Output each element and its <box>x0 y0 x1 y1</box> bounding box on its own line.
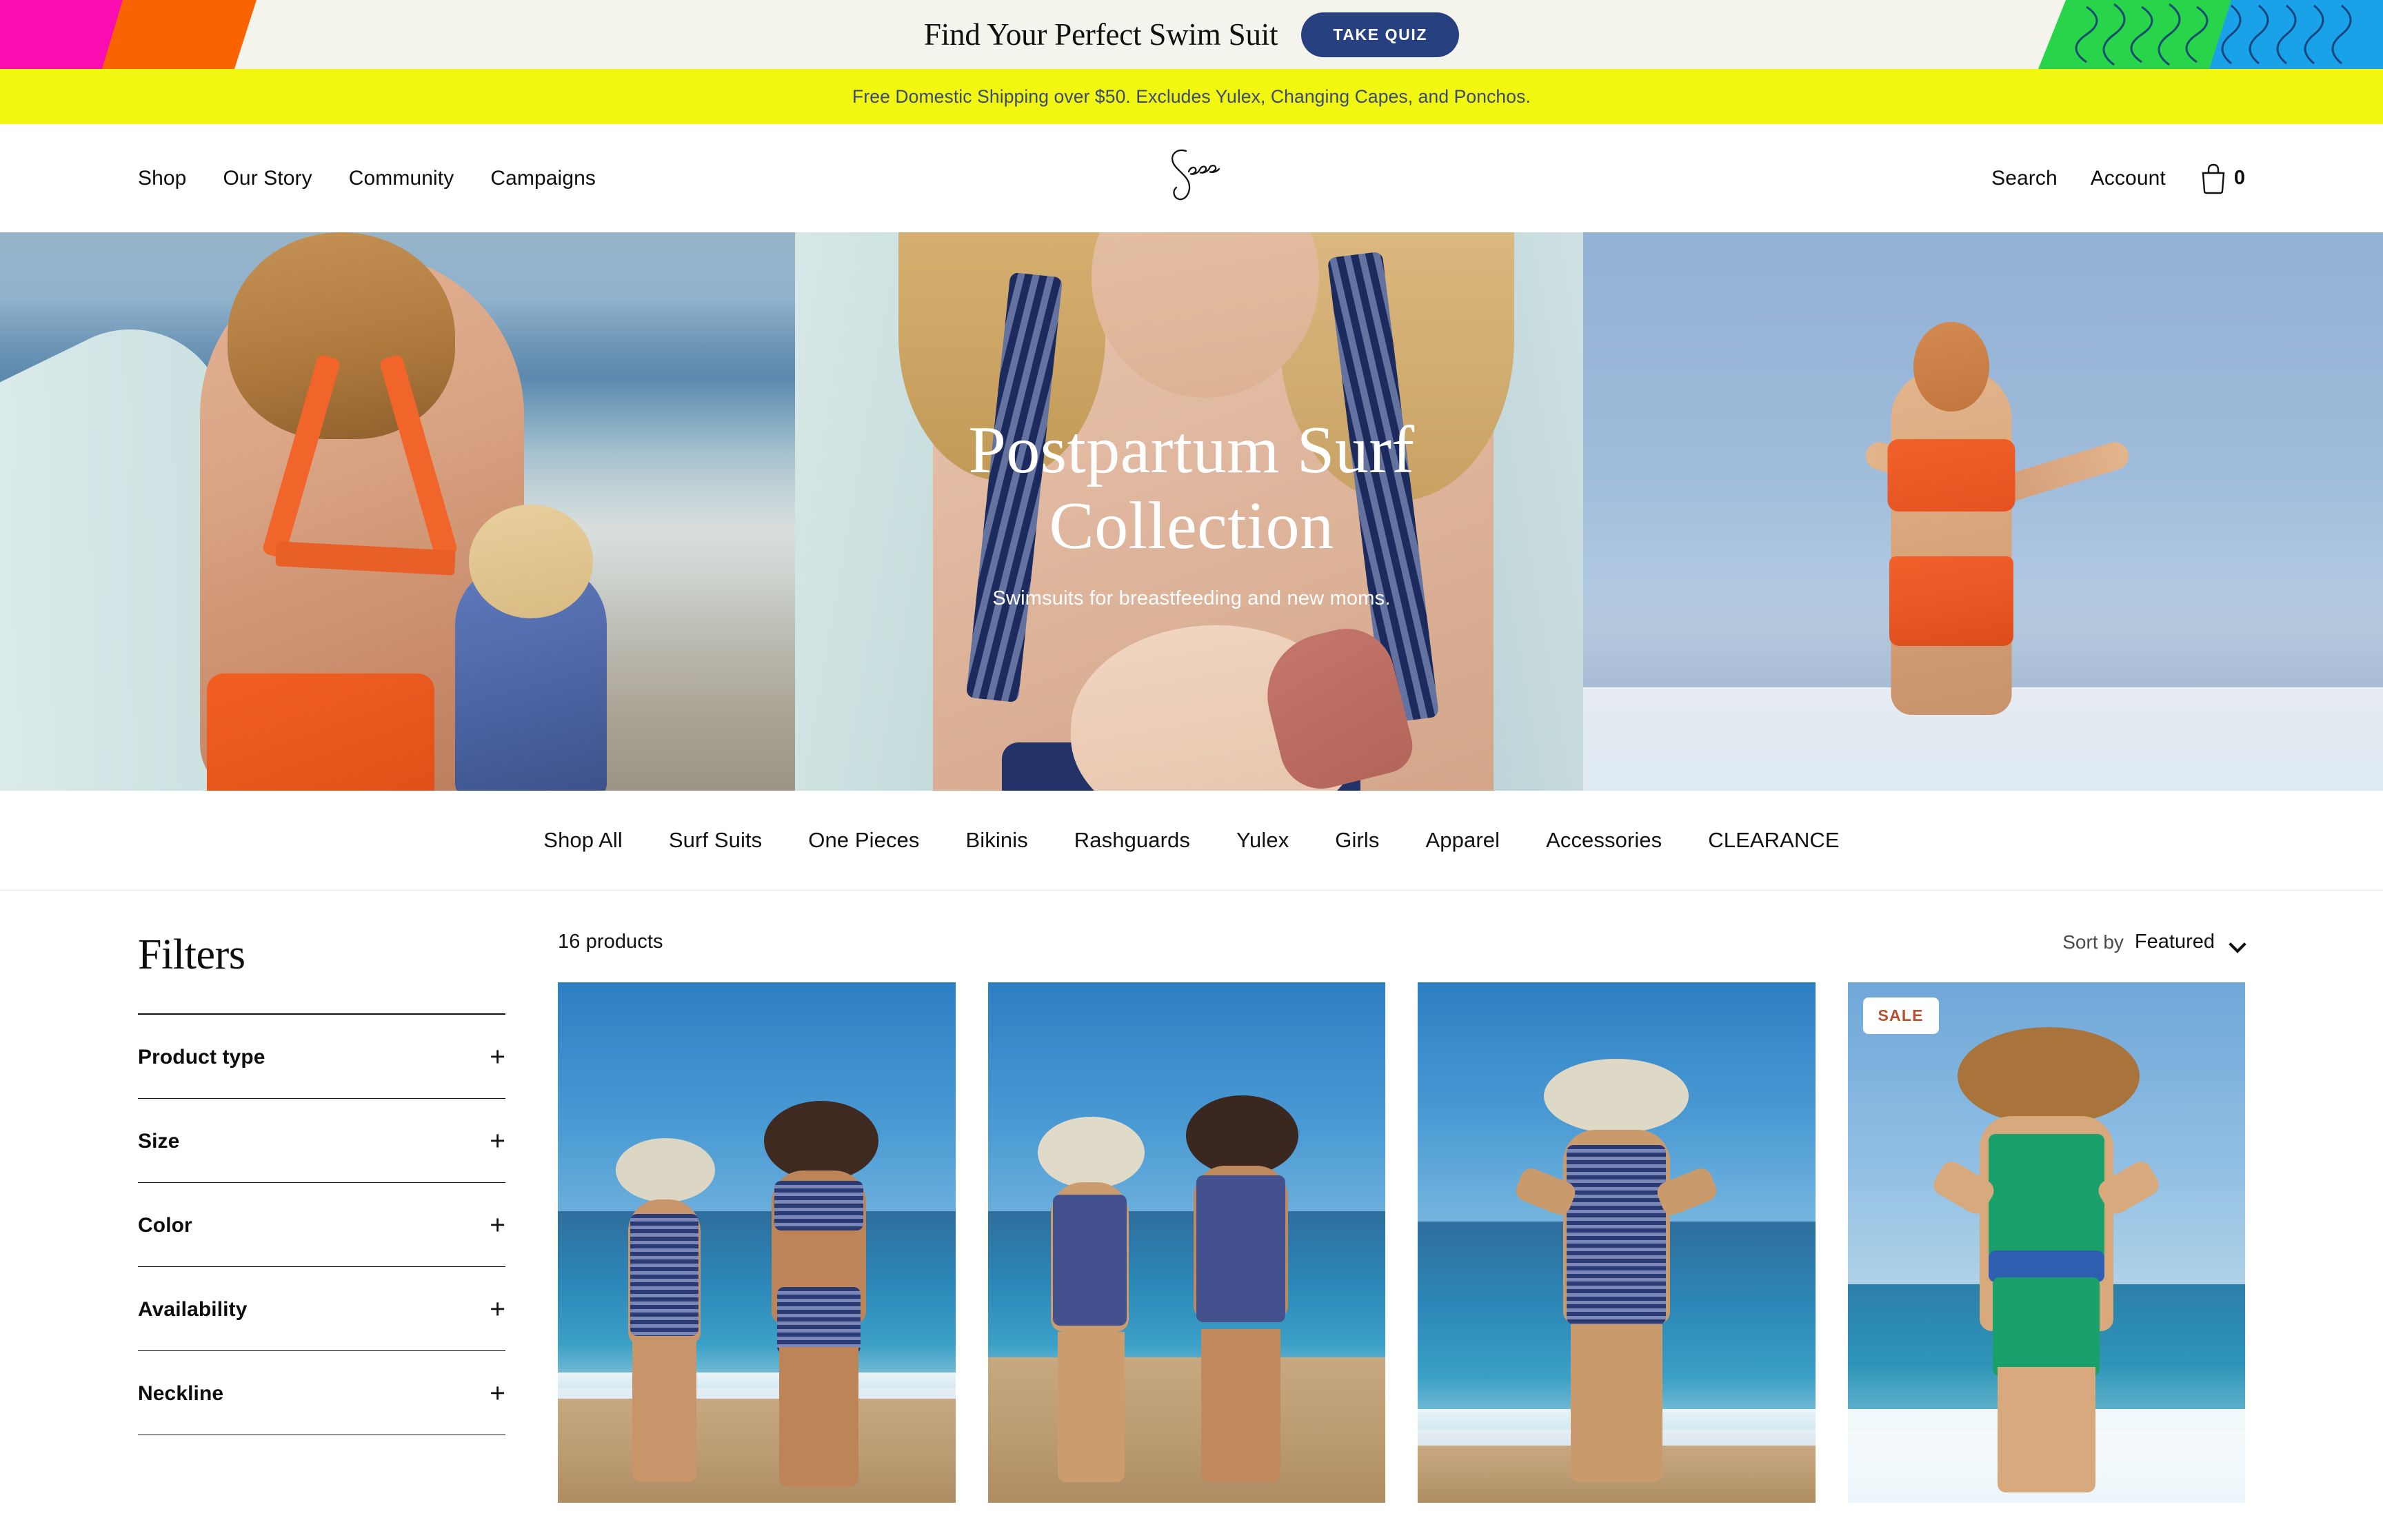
filter-neckline[interactable]: Neckline + <box>138 1351 505 1435</box>
category-rashguards[interactable]: Rashguards <box>1074 828 1190 853</box>
product-card[interactable] <box>1418 982 1816 1503</box>
category-shop-all[interactable]: Shop All <box>543 828 623 853</box>
filters-heading: Filters <box>138 931 245 978</box>
category-bikinis[interactable]: Bikinis <box>966 828 1028 853</box>
category-yulex[interactable]: Yulex <box>1236 828 1289 853</box>
cart-count: 0 <box>2233 167 2245 189</box>
nav-item-shop[interactable]: Shop <box>138 167 186 190</box>
filter-label: Product type <box>138 1045 265 1068</box>
plus-icon: + <box>490 1378 505 1408</box>
site-header: Shop Our Story Community Campaigns Searc… <box>0 124 2383 232</box>
category-apparel[interactable]: Apparel <box>1426 828 1500 853</box>
category-girls[interactable]: Girls <box>1335 828 1379 853</box>
promo-decoration-left <box>0 0 257 69</box>
primary-navigation: Shop Our Story Community Campaigns <box>138 167 596 190</box>
nav-item-community[interactable]: Community <box>349 167 454 190</box>
plus-icon: + <box>490 1210 505 1240</box>
cart-button[interactable]: 0 <box>2199 163 2245 194</box>
seea-script-logo-icon <box>1172 149 1220 200</box>
sort-by-value: Featured <box>2134 931 2215 953</box>
header-utilities: Search Account 0 <box>1991 163 2245 194</box>
product-image[interactable] <box>987 982 1385 1503</box>
product-image[interactable] <box>558 982 956 1503</box>
shipping-banner: Free Domestic Shipping over $50. Exclude… <box>0 69 2383 124</box>
product-card[interactable] <box>558 982 956 1503</box>
sale-badge: SALE <box>1862 997 1939 1034</box>
site-logo[interactable] <box>1140 141 1243 216</box>
filter-size[interactable]: Size + <box>138 1099 505 1183</box>
product-card[interactable]: SALE <box>1847 982 2245 1503</box>
plus-icon: + <box>490 1126 505 1156</box>
main-content: Filters Product type + Size + Color + Av… <box>0 891 2383 1503</box>
sort-by-label: Sort by <box>2062 931 2124 953</box>
promo-decoration-right <box>2038 0 2383 69</box>
search-link[interactable]: Search <box>1991 167 2058 190</box>
account-link[interactable]: Account <box>2091 167 2166 190</box>
take-quiz-button[interactable]: TAKE QUIZ <box>1301 12 1460 57</box>
promo-text: Find Your Perfect Swim Suit <box>923 17 1278 52</box>
filters-sidebar: Filters Product type + Size + Color + Av… <box>138 931 507 1503</box>
filter-label: Availability <box>138 1297 248 1321</box>
shipping-banner-text: Free Domestic Shipping over $50. Exclude… <box>852 85 1531 107</box>
chevron-down-icon <box>2230 938 2245 946</box>
product-listing: 16 products Sort by Featured SALE <box>558 931 2245 1503</box>
filter-product-type[interactable]: Product type + <box>138 1015 505 1099</box>
hero-banner: Postpartum Surf Collection Swimsuits for… <box>0 232 2383 791</box>
shopping-bag-icon <box>2202 163 2225 194</box>
category-clearance[interactable]: CLEARANCE <box>1708 828 1839 853</box>
product-grid: SALE <box>558 982 2245 1503</box>
hero-image-center <box>795 232 1583 791</box>
product-card[interactable] <box>987 982 1385 1503</box>
filter-label: Neckline <box>138 1381 224 1405</box>
category-surf-suits[interactable]: Surf Suits <box>669 828 762 853</box>
category-navigation: Shop All Surf Suits One Pieces Bikinis R… <box>0 791 2383 891</box>
nav-item-campaigns[interactable]: Campaigns <box>490 167 596 190</box>
plus-icon: + <box>490 1042 505 1072</box>
hero-image-left <box>0 232 795 791</box>
nav-item-our-story[interactable]: Our Story <box>223 167 312 190</box>
filter-label: Color <box>138 1213 192 1237</box>
filter-color[interactable]: Color + <box>138 1183 505 1267</box>
product-image[interactable]: SALE <box>1847 982 2245 1503</box>
category-one-pieces[interactable]: One Pieces <box>808 828 919 853</box>
product-image[interactable] <box>1418 982 1816 1503</box>
promo-bar: Find Your Perfect Swim Suit TAKE QUIZ <box>0 0 2383 69</box>
sort-by-dropdown[interactable]: Sort by Featured <box>2062 931 2245 953</box>
category-accessories[interactable]: Accessories <box>1546 828 1662 853</box>
filter-availability[interactable]: Availability + <box>138 1267 505 1351</box>
product-count: 16 products <box>558 931 663 953</box>
product-listing-toolbar: 16 products Sort by Featured <box>558 931 2245 982</box>
filter-label: Size <box>138 1129 180 1153</box>
hero-image-right <box>1583 232 2383 791</box>
plus-icon: + <box>490 1294 505 1324</box>
